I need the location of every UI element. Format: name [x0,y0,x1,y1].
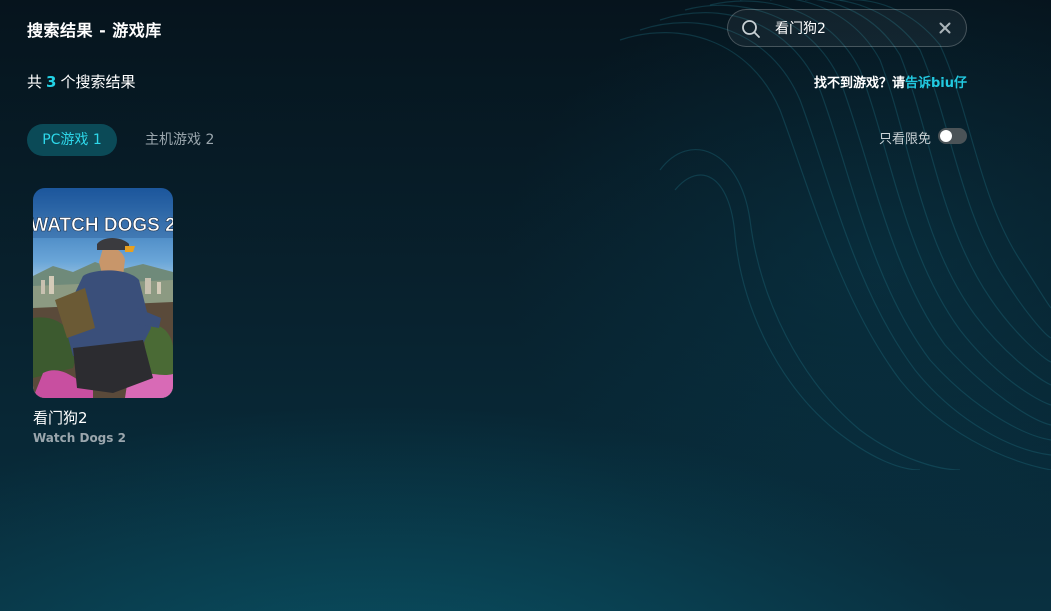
search-input[interactable] [775,18,925,38]
result-number: 3 [46,73,57,91]
search-box[interactable] [727,9,967,47]
page-title: 搜索结果 - 游戏库 [27,21,162,40]
free-only-toggle[interactable] [938,128,967,144]
toggle-knob [940,130,952,142]
tab-pc-games[interactable]: PC游戏 1 [27,124,117,156]
game-subtitle: Watch Dogs 2 [33,431,126,445]
search-icon[interactable] [741,19,761,39]
game-card[interactable]: WATCH DOGS 2 看门狗2 Watch Dogs 2 [33,188,173,445]
help-label: 找不到游戏？请 [813,76,905,91]
cover-title-text: WATCH DOGS 2 [33,215,173,236]
result-suffix: 个搜索结果 [60,73,136,91]
free-only-label: 只看限免 [879,132,932,147]
close-icon[interactable] [939,22,951,34]
background-contour-lines [619,0,1051,470]
game-title[interactable]: 看门狗2 [33,407,173,428]
result-count: 共 3 个搜索结果 [27,71,135,92]
help-text: 找不到游戏？请告诉biu仔 [814,72,967,91]
feedback-link[interactable]: 告诉biu仔 [905,76,967,91]
tab-console-games[interactable]: 主机游戏 2 [145,124,214,156]
result-prefix: 共 [27,73,43,91]
game-cover-image[interactable]: WATCH DOGS 2 [33,188,173,398]
